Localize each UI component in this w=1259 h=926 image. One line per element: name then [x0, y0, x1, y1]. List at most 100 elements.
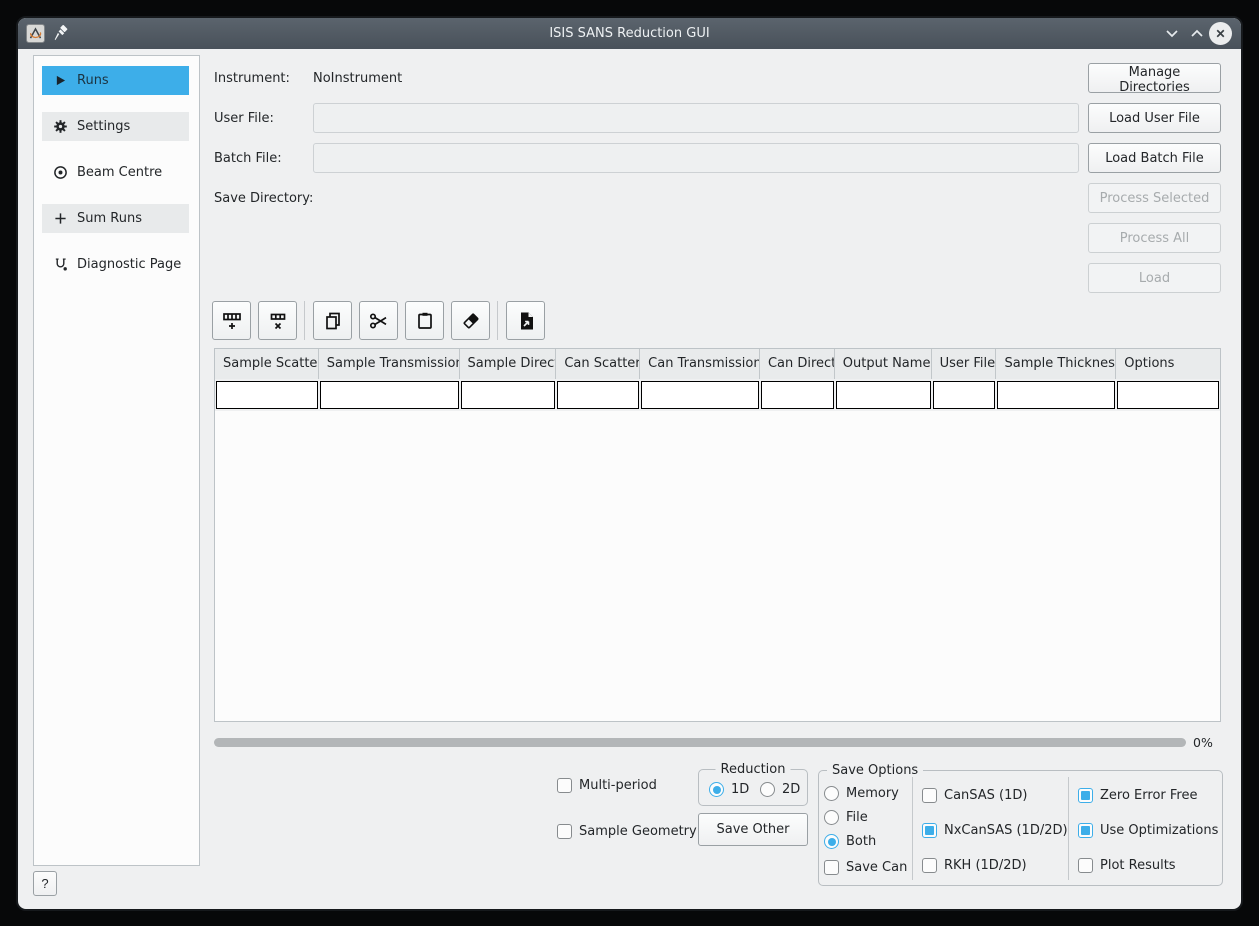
table-cell — [996, 379, 1116, 411]
reduction-1d-radio[interactable]: 1D — [709, 782, 749, 797]
cell-editor[interactable] — [461, 381, 556, 409]
gear-icon — [52, 119, 68, 135]
load-user-file-button[interactable]: Load User File — [1088, 103, 1221, 133]
save-can-checkbox[interactable]: Save Can — [824, 860, 907, 875]
table-cell — [1116, 379, 1220, 411]
cell-editor[interactable] — [216, 381, 318, 409]
copy-button[interactable] — [313, 301, 352, 340]
group-separator — [1068, 777, 1069, 880]
progress-bar — [214, 738, 1186, 747]
checkbox-icon — [922, 823, 937, 838]
checkbox-icon — [1078, 823, 1093, 838]
sidebar-item-diagnostic-page[interactable]: Diagnostic Page — [42, 250, 189, 279]
cell-editor[interactable] — [320, 381, 459, 409]
radio-label: Memory — [846, 786, 899, 801]
group-separator — [912, 777, 913, 880]
cell-editor[interactable] — [836, 381, 931, 409]
cell-editor[interactable] — [933, 381, 996, 409]
checkbox-icon — [824, 860, 839, 875]
save-file-radio[interactable]: File — [824, 810, 868, 825]
column-header[interactable]: Sample Transmission — [319, 349, 460, 379]
table-cell — [640, 379, 760, 411]
radio-label: Both — [846, 834, 876, 849]
paste-icon — [414, 310, 436, 332]
checkbox-label: Plot Results — [1100, 858, 1176, 873]
paste-button[interactable] — [405, 301, 444, 340]
help-button[interactable]: ? — [33, 871, 57, 896]
screen: ISIS SANS Reduction GUI Runs — [0, 0, 1259, 926]
sidebar-item-settings[interactable]: Settings — [42, 112, 189, 141]
column-header[interactable]: Output Name — [835, 349, 932, 379]
sidebar-item-label: Sum Runs — [77, 211, 142, 226]
column-header[interactable]: User File — [932, 349, 997, 379]
runs-table: Sample Scatter Sample Transmission Sampl… — [214, 348, 1221, 722]
load-button[interactable]: Load — [1088, 263, 1221, 293]
checkbox-label: CanSAS (1D) — [944, 788, 1027, 803]
table-cell — [319, 379, 460, 411]
column-header[interactable]: Can Scatter — [556, 349, 640, 379]
sidebar-item-runs[interactable]: Runs — [42, 66, 189, 95]
plot-results-checkbox[interactable]: Plot Results — [1078, 858, 1176, 873]
progress-value: 0% — [1193, 735, 1213, 750]
table-cell — [556, 379, 640, 411]
sample-geometry-checkbox[interactable]: Sample Geometry — [557, 824, 697, 839]
multi-period-checkbox[interactable]: Multi-period — [557, 778, 657, 793]
cansas-1d-checkbox[interactable]: CanSAS (1D) — [922, 788, 1027, 803]
use-optimizations-checkbox[interactable]: Use Optimizations — [1078, 823, 1218, 838]
rkh-checkbox[interactable]: RKH (1D/2D) — [922, 858, 1027, 873]
erase-button[interactable] — [451, 301, 490, 340]
process-selected-button[interactable]: Process Selected — [1088, 183, 1221, 213]
column-header[interactable]: Can Direct — [760, 349, 835, 379]
checkbox-icon — [922, 788, 937, 803]
manage-directories-button[interactable]: Manage Directories — [1088, 63, 1221, 93]
reduction-2d-radio[interactable]: 2D — [760, 782, 800, 797]
checkbox-label: RKH (1D/2D) — [944, 858, 1027, 873]
radio-icon — [824, 834, 839, 849]
toolbar-separator — [497, 301, 498, 340]
checkbox-icon — [1078, 788, 1093, 803]
maximize-button[interactable] — [1188, 24, 1206, 42]
checkbox-icon — [1078, 858, 1093, 873]
add-row-button[interactable] — [212, 301, 251, 340]
user-file-input[interactable] — [313, 103, 1079, 133]
column-header[interactable]: Sample Scatter — [215, 349, 319, 379]
save-other-button[interactable]: Save Other — [698, 813, 808, 846]
column-header[interactable]: Sample Thickness — [996, 349, 1116, 379]
load-batch-file-button[interactable]: Load Batch File — [1088, 143, 1221, 173]
process-all-button[interactable]: Process All — [1088, 223, 1221, 253]
instrument-value: NoInstrument — [313, 71, 402, 87]
column-header[interactable]: Options — [1116, 349, 1220, 379]
radio-icon — [824, 786, 839, 801]
minimize-button[interactable] — [1163, 24, 1181, 42]
stethoscope-icon — [52, 257, 68, 273]
column-header[interactable]: Can Transmission — [640, 349, 760, 379]
cell-editor[interactable] — [1117, 381, 1219, 409]
table-cell — [835, 379, 932, 411]
remove-row-icon — [267, 310, 289, 332]
sidebar-item-beam-centre[interactable]: Beam Centre — [42, 158, 189, 187]
export-table-button[interactable] — [506, 301, 545, 340]
save-memory-radio[interactable]: Memory — [824, 786, 899, 801]
cut-button[interactable] — [359, 301, 398, 340]
nxcansas-checkbox[interactable]: NxCanSAS (1D/2D) — [922, 823, 1068, 838]
save-directory-label: Save Directory: — [214, 191, 313, 207]
cell-editor[interactable] — [761, 381, 834, 409]
batch-file-input[interactable] — [313, 143, 1079, 173]
sidebar-item-sum-runs[interactable]: Sum Runs — [42, 204, 189, 233]
cell-editor[interactable] — [557, 381, 639, 409]
radio-icon — [709, 782, 724, 797]
cell-editor[interactable] — [997, 381, 1115, 409]
close-button[interactable] — [1209, 22, 1232, 45]
remove-row-button[interactable] — [258, 301, 297, 340]
table-cell — [932, 379, 997, 411]
checkbox-label: NxCanSAS (1D/2D) — [944, 823, 1068, 838]
group-title: Save Options — [827, 762, 923, 779]
checkbox-icon — [922, 858, 937, 873]
save-both-radio[interactable]: Both — [824, 834, 876, 849]
column-header[interactable]: Sample Direct — [460, 349, 557, 379]
checkbox-label: Use Optimizations — [1100, 823, 1218, 838]
radio-label: File — [846, 810, 868, 825]
cell-editor[interactable] — [641, 381, 759, 409]
zero-error-free-checkbox[interactable]: Zero Error Free — [1078, 788, 1197, 803]
pin-icon[interactable] — [53, 25, 69, 46]
